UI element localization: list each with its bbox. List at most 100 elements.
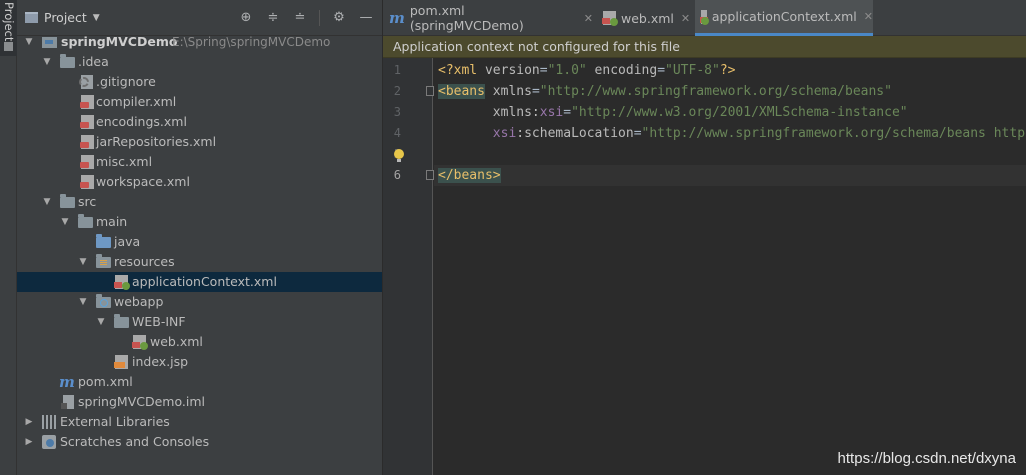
fold-marker-icon[interactable]	[426, 86, 434, 96]
chevron-down-icon[interactable]: ▼	[95, 312, 107, 332]
tree-item-src[interactable]: ▼ src	[17, 192, 382, 212]
equals: =	[531, 84, 540, 99]
chevron-down-icon[interactable]: ▼	[41, 192, 53, 212]
chevron-down-icon[interactable]: ▼	[93, 13, 100, 23]
close-icon[interactable]: ✕	[864, 10, 873, 23]
iml-file-icon	[61, 395, 74, 409]
tree-item-idea[interactable]: ▼ .idea	[17, 52, 382, 72]
tree-item-gitignore[interactable]: .gitignore	[17, 72, 382, 92]
tree-item-java[interactable]: java	[17, 232, 382, 252]
tree-item-label: webapp	[114, 294, 164, 309]
tab-label: web.xml	[621, 10, 674, 26]
close-icon[interactable]: ✕	[681, 12, 690, 25]
tree-item-applicationcontext-xml[interactable]: applicationContext.xml	[17, 272, 382, 292]
tab-applicationcontext-xml[interactable]: applicationContext.xml ✕	[695, 0, 873, 36]
tree-item-label: index.jsp	[132, 354, 189, 369]
chevron-right-icon[interactable]: ▶	[23, 432, 35, 452]
tree-item-resources[interactable]: ▼ resources	[17, 252, 382, 272]
folder-icon	[114, 314, 129, 328]
spring-xml-file-icon	[700, 9, 709, 25]
watermark: https://blog.csdn.net/dxyna	[837, 450, 1016, 467]
tree-item-misc-xml[interactable]: misc.xml	[17, 152, 382, 172]
xml-file-icon	[80, 95, 94, 109]
maven-icon: m	[389, 9, 405, 27]
tree-item-web-inf[interactable]: ▼ WEB-INF	[17, 312, 382, 332]
tree-item-webapp[interactable]: ▼ webapp	[17, 292, 382, 312]
tree-item-label: main	[96, 214, 128, 229]
gitignore-file-icon	[79, 75, 93, 89]
jsp-file-icon	[114, 355, 128, 369]
tree-item-workspace-xml[interactable]: workspace.xml	[17, 172, 382, 192]
tree-item-label: .idea	[78, 54, 109, 69]
tree-item-iml[interactable]: springMVCDemo.iml	[17, 392, 382, 412]
chevron-down-icon[interactable]: ▼	[77, 292, 89, 312]
tree-item-label: Scratches and Consoles	[60, 434, 210, 449]
tree-item-label: java	[114, 234, 141, 249]
scratches-icon	[42, 435, 56, 449]
chevron-down-icon[interactable]: ▼	[41, 52, 53, 72]
tree-item-label: springMVCDemo.iml	[78, 394, 205, 409]
chevron-right-icon[interactable]: ▶	[23, 412, 35, 432]
xml-file-icon	[80, 115, 94, 129]
tree-item-label: encodings.xml	[96, 114, 187, 129]
code-editor[interactable]: <?xml version="1.0" encoding="UTF-8"?> <…	[434, 58, 1026, 475]
tree-item-encodings-xml[interactable]: encodings.xml	[17, 112, 382, 132]
attr-name: :schemaLocation	[516, 126, 634, 141]
chevron-down-icon[interactable]: ▼	[77, 252, 89, 272]
tab-label: applicationContext.xml	[711, 9, 857, 24]
lightbulb-icon[interactable]	[394, 149, 404, 162]
attr-value: "1.0"	[547, 63, 587, 78]
libraries-icon	[42, 415, 57, 429]
xml-declaration: <?xml	[438, 63, 485, 78]
editor-area: m pom.xml (springMVCDemo) ✕ web.xml ✕ ap…	[383, 0, 1026, 475]
tree-item-springmvcdemo[interactable]: ▼ springMVCDemo E:\Spring\springMVCDemo	[17, 32, 382, 52]
tree-item-label: WEB-INF	[132, 314, 186, 329]
project-tool-tab[interactable]: Project	[0, 0, 17, 56]
tree-item-compiler-xml[interactable]: compiler.xml	[17, 92, 382, 112]
tree-item-scratches[interactable]: ▶ Scratches and Consoles	[17, 432, 382, 452]
resources-folder-icon	[96, 254, 111, 268]
attr-value: "http://www.springframework.org/schema/b…	[539, 84, 892, 99]
chevron-down-icon[interactable]: ▼	[59, 212, 71, 232]
tag-close: </beans>	[438, 168, 501, 183]
notification-banner: Application context not configured for t…	[383, 36, 1026, 58]
line-number: 2	[393, 84, 401, 98]
collapse-all-icon[interactable]: ≐	[292, 10, 308, 26]
minimize-icon[interactable]: —	[358, 10, 374, 26]
project-panel-title[interactable]: Project	[44, 10, 87, 25]
attr-value: "http://www.w3.org/2001/XMLSchema-instan…	[571, 105, 908, 120]
equals: =	[563, 105, 572, 120]
attr-value: "http://www.springframework.org/schema/b…	[641, 126, 1026, 141]
expand-all-icon[interactable]: ≑	[265, 10, 281, 26]
tree-item-pom-xml[interactable]: m pom.xml	[17, 372, 382, 392]
close-icon[interactable]: ✕	[584, 12, 593, 25]
attr-name: xmlns:	[438, 105, 540, 120]
attr-value: "UTF-8"	[665, 63, 720, 78]
editor-tab-bar: m pom.xml (springMVCDemo) ✕ web.xml ✕ ap…	[383, 0, 1026, 36]
module-folder-icon	[42, 37, 57, 48]
tree-item-index-jsp[interactable]: index.jsp	[17, 352, 382, 372]
project-panel-header: Project ▼ ⊕ ≑ ≐ ⚙ —	[17, 0, 382, 36]
project-panel-toolbar: ⊕ ≑ ≐ ⚙ —	[238, 10, 374, 26]
chevron-down-icon[interactable]: ▼	[23, 32, 35, 52]
tree-item-main[interactable]: ▼ main	[17, 212, 382, 232]
folder-icon	[78, 214, 93, 228]
gear-icon[interactable]: ⚙	[331, 10, 347, 26]
spring-xml-file-icon	[114, 275, 130, 290]
tree-item-external-libraries[interactable]: ▶ External Libraries	[17, 412, 382, 432]
xml-file-icon	[80, 175, 94, 189]
tree-item-web-xml[interactable]: web.xml	[17, 332, 382, 352]
tree-item-label: jarRepositories.xml	[96, 134, 217, 149]
folder-icon	[60, 54, 75, 68]
line-number: 6	[393, 168, 401, 182]
target-icon[interactable]: ⊕	[238, 10, 254, 26]
tab-web-xml[interactable]: web.xml ✕	[597, 0, 693, 36]
namespace: xsi	[539, 105, 564, 120]
tree-item-jarrepositories-xml[interactable]: jarRepositories.xml	[17, 132, 382, 152]
fold-marker-icon[interactable]	[426, 170, 434, 180]
attr-name: encoding	[586, 63, 658, 78]
tree-item-label: External Libraries	[60, 414, 170, 429]
web-xml-file-icon	[132, 335, 148, 350]
tab-pom-xml[interactable]: m pom.xml (springMVCDemo) ✕	[383, 0, 593, 36]
tree-item-label: .gitignore	[96, 74, 156, 89]
